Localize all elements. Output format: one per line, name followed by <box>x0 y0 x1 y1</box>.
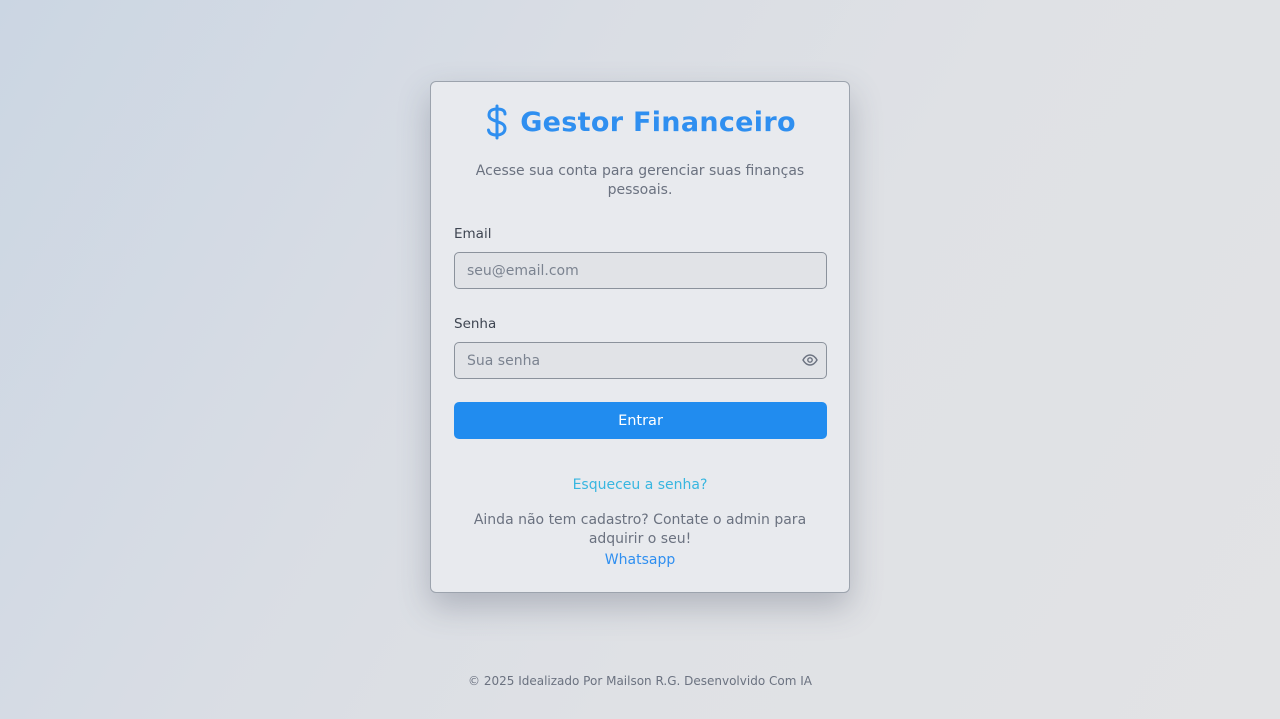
forgot-password-link[interactable]: Esqueceu a senha? <box>431 477 849 493</box>
app-title: Gestor Financeiro <box>520 106 796 138</box>
brand-header: Gestor Financeiro <box>431 104 849 140</box>
footer-text: © 2025 Idealizado Por Mailson R.G. Desen… <box>468 674 812 688</box>
email-field[interactable] <box>454 252 827 289</box>
password-field[interactable] <box>454 342 827 379</box>
subtitle: Acesse sua conta para gerenciar suas fin… <box>475 163 805 198</box>
whatsapp-link[interactable]: Whatsapp <box>431 552 849 568</box>
signup-text: Ainda não tem cadastro? Contate o admin … <box>473 512 807 547</box>
login-card: Gestor Financeiro Acesse sua conta para … <box>430 81 850 593</box>
dollar-sign-icon <box>484 104 510 140</box>
password-label: Senha <box>454 316 497 332</box>
login-button[interactable]: Entrar <box>454 402 827 439</box>
email-label: Email <box>454 226 492 242</box>
eye-icon[interactable] <box>802 352 818 368</box>
